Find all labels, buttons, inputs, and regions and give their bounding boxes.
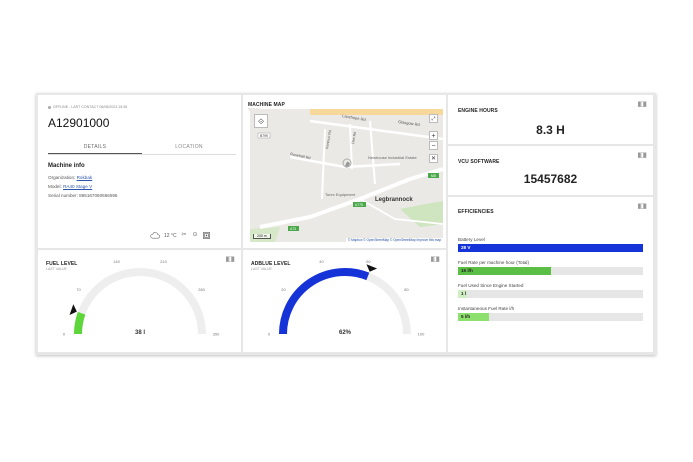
tab-location[interactable]: LOCATION: [142, 141, 236, 154]
adblue-gauge-track: [279, 268, 411, 335]
details-card: OFFLINE - LAST CONTACT 06/08/2023 15:36 …: [38, 95, 241, 248]
fuel-gauge-tick-label: 70: [76, 287, 81, 292]
engine-hours-card: ▮▯▮ ENGINE HOURS 8.3 H: [448, 95, 653, 144]
qr-code-icon[interactable]: [202, 232, 210, 239]
status-line: OFFLINE - LAST CONTACT 06/08/2023 15:36: [48, 105, 127, 109]
model-row: Model: RA40 Stage V: [48, 184, 92, 189]
adblue-gauge: 0 20 40 60 80 100 62%: [268, 259, 425, 337]
fullscreen-icon[interactable]: ⤢: [429, 114, 438, 123]
map-top-road: [310, 109, 443, 115]
bar-chart-icon[interactable]: ▮▯▮: [637, 100, 647, 108]
fuel-gauge-track: [74, 268, 206, 335]
fuel-gauge-tick-label: 0: [63, 332, 66, 337]
dashboard: OFFLINE - LAST CONTACT 06/08/2023 15:36 …: [36, 93, 656, 355]
map-canvas: Lauchope Rd Glasgow Rd Kenmuir Rd Dee Rd…: [250, 109, 443, 242]
fuel-gauge: 0 70 140 210 280 350 38 l: [63, 259, 220, 337]
bar-chart-icon[interactable]: ▮▯▮: [637, 202, 647, 210]
adblue-gauge-value: 62%: [339, 330, 352, 336]
map-label-torex: Torex Equipment: [325, 192, 356, 197]
machine-info-title: Machine info: [48, 163, 85, 169]
organization-label: Organization:: [48, 175, 76, 180]
efficiency-bar: 28 V: [458, 244, 643, 252]
adblue-gauge-tick-label: 20: [281, 287, 286, 292]
map-label-legbrannock: Legbrannock: [375, 197, 413, 203]
efficiency-bar: 1 l: [458, 290, 643, 298]
bar-chart-icon[interactable]: ▮▯▮: [637, 151, 647, 159]
adblue-level-card: ▮▯▮ ADBLUE LEVEL LAST VALUE 0 20 40 60 80 100…: [243, 250, 446, 352]
zoom-out-button[interactable]: −: [429, 141, 438, 150]
machine-id: A12901000: [48, 116, 110, 130]
tools-icon[interactable]: ✂: [181, 232, 188, 239]
vcu-value: 15457682: [523, 172, 578, 186]
status-icons: 12 °C ✂ ⊙: [150, 232, 210, 239]
zoom-in-button[interactable]: +: [429, 131, 438, 140]
fuel-gauge-value: 38 l: [135, 330, 145, 336]
adblue-gauge-fill: [279, 268, 370, 335]
close-icon[interactable]: ✕: [429, 154, 438, 163]
serial-row: Serial number: 865167060666596: [48, 193, 117, 198]
engine-hours-value: 8.3 H: [536, 123, 565, 137]
serial-value: 865167060666596: [79, 193, 118, 198]
vcu-title: VCU SOFTWARE: [458, 159, 500, 165]
map-attribution[interactable]: © Mapbox © OpenStreetMap © OpenStreetMap…: [345, 238, 443, 242]
efficiency-label: Battery Level: [458, 237, 485, 242]
efficiency-value: 1 l: [461, 291, 467, 296]
temperature-value: 12 °C: [164, 232, 177, 239]
fuel-gauge-fill: [74, 311, 86, 335]
road-label-a73: A73: [290, 227, 296, 231]
fuel-gauge-tick-label: 210: [160, 259, 167, 264]
efficiency-bar-fill: [458, 244, 643, 252]
efficiency-label: Fuel Rate per machine hour (Total): [458, 260, 529, 265]
efficiency-value: 28 V: [461, 245, 471, 250]
organization-row: Organization: Rokbak: [48, 175, 92, 180]
efficiency-value: 15 l/h: [461, 268, 473, 273]
organization-link[interactable]: Rokbak: [77, 175, 93, 180]
adblue-gauge-tick-label: 0: [268, 332, 271, 337]
engine-hours-title: ENGINE HOURS: [458, 108, 498, 114]
adblue-gauge-tick-label: 100: [418, 332, 425, 337]
cloud-icon: [150, 232, 160, 239]
adblue-gauge-marker-icon: [366, 264, 378, 272]
fuel-gauge-tick-label: 280: [198, 287, 205, 292]
status-text: OFFLINE - LAST CONTACT 06/08/2023 15:36: [53, 105, 128, 109]
map-scale: 200 m: [253, 234, 271, 239]
machine-map-card: MACHINE MAP TODAY Lauchope Rd Glasgow Rd…: [243, 95, 446, 248]
efficiencies-card: ▮▯▮ EFFICIENCIES Battery Level 28 V Fuel R…: [448, 197, 653, 352]
efficiencies-title: EFFICIENCIES: [458, 209, 494, 215]
adblue-gauge-tick-label: 80: [404, 287, 409, 292]
road-label-m8: M8: [431, 174, 436, 178]
serial-label: Serial number:: [48, 193, 78, 198]
efficiency-bar: 15 l/h: [458, 267, 643, 275]
details-tabs: DETAILS LOCATION: [48, 141, 236, 155]
road-label-b799: B799: [260, 134, 268, 138]
model-link[interactable]: RA40 Stage V: [63, 184, 92, 189]
road-label-a775: A775: [355, 203, 363, 207]
location-pin-icon[interactable]: ⊙: [192, 232, 199, 239]
map-view[interactable]: Lauchope Rd Glasgow Rd Kenmuir Rd Dee Rd…: [250, 109, 443, 242]
model-label: Model:: [48, 184, 62, 189]
adblue-gauge-tick-label: 40: [319, 259, 324, 264]
status-dot-icon: [48, 105, 51, 109]
efficiency-label: Instantaneous Fuel Rate l/h: [458, 306, 515, 311]
tab-details[interactable]: DETAILS: [48, 141, 142, 154]
adblue-gauge-tick-label: 60: [366, 259, 371, 264]
fuel-gauge-tick-label: 140: [113, 259, 120, 264]
vcu-software-card: ▮▯▮ VCU SOFTWARE 15457682: [448, 146, 653, 195]
fuel-level-card: ▮▯▮ FUEL LEVEL LAST VALUE 0 70 140 210 280 35…: [38, 250, 241, 352]
fuel-gauge-tick-label: 350: [213, 332, 220, 337]
efficiency-value: 5 l/h: [461, 314, 471, 319]
fuel-gauge-marker-icon: [69, 304, 77, 316]
efficiency-label: Fuel Used Since Engine Started: [458, 283, 524, 288]
layers-icon[interactable]: ⟐: [254, 114, 268, 128]
map-label-newhouse: Newhouse Industrial Estate: [368, 155, 417, 160]
efficiency-bar: 5 l/h: [458, 313, 643, 321]
